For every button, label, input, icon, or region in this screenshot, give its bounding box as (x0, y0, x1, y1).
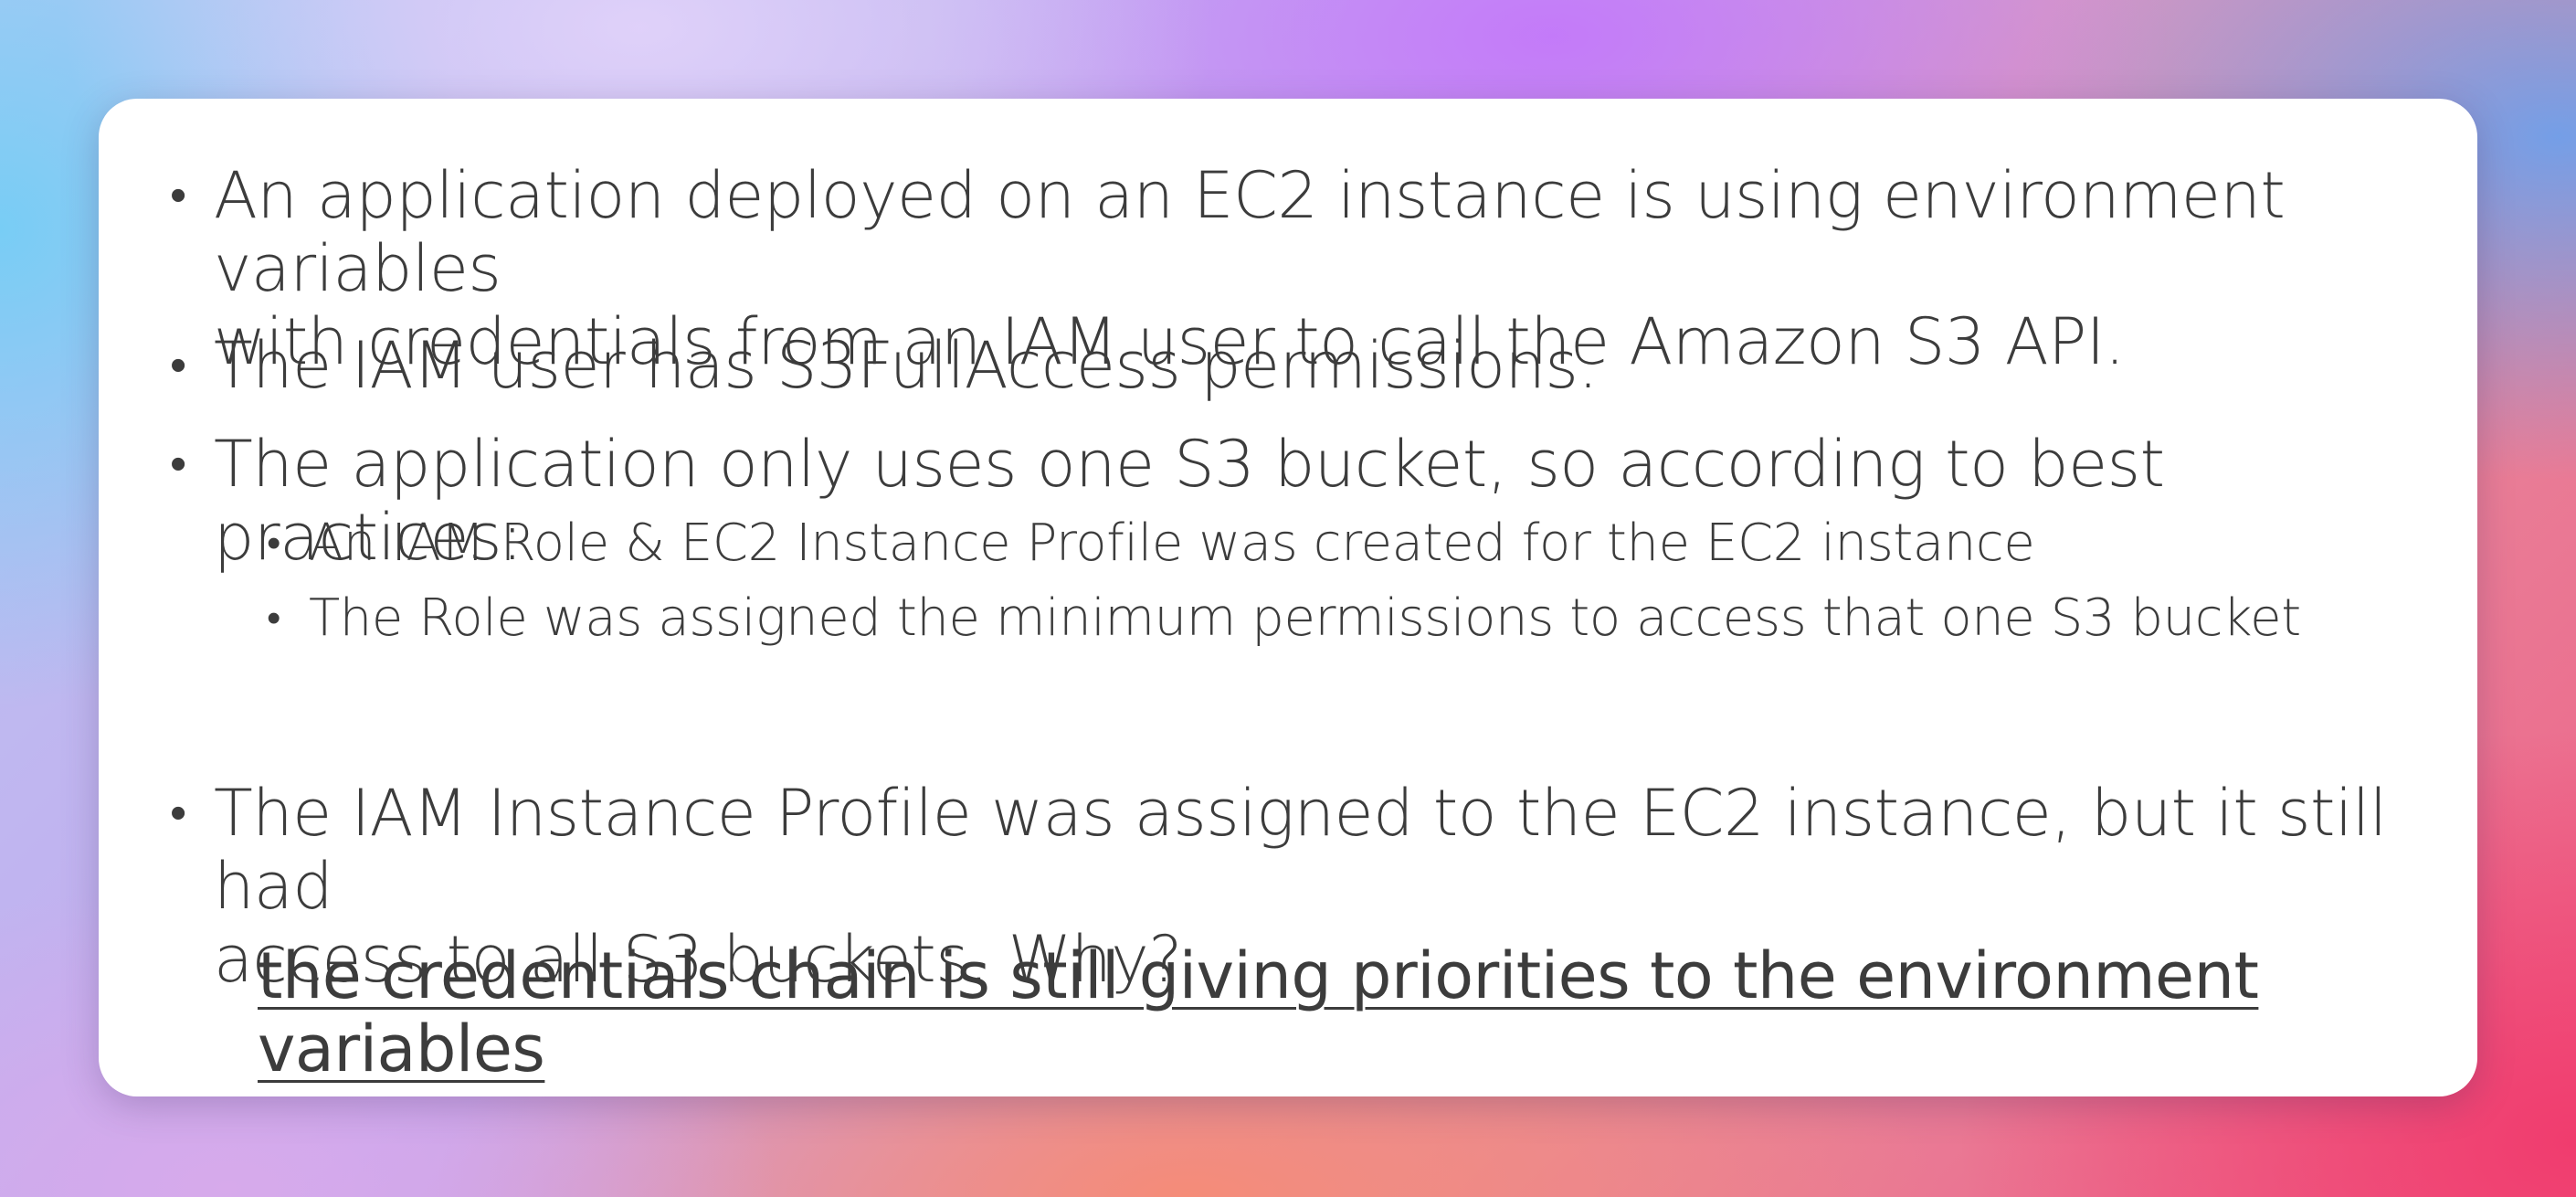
bullet-item: • The IAM user has S3FullAccess permissi… (166, 329, 2479, 402)
bullet-dot: • (170, 786, 186, 841)
sub-bullet-dot: • (267, 520, 281, 567)
sub-bullet-item: • An IAM Role & EC2 Instance Profile was… (166, 506, 2574, 581)
sub-bullet-text: The Role was assigned the minimum permis… (309, 588, 2301, 648)
bullet-dot: • (170, 168, 186, 223)
answer-text: the credentials chain is still giving pr… (258, 938, 2259, 1086)
bullet-text-line: The IAM Instance Profile was assigned to… (214, 776, 2387, 924)
sub-bullet-text: An IAM Role & EC2 Instance Profile was c… (309, 514, 2035, 573)
bullet-dot: • (170, 338, 186, 393)
sub-bullet-item: • The Role was assigned the minimum perm… (166, 581, 2574, 656)
bullet-dot: • (170, 437, 186, 492)
slide-card: • An application deployed on an EC2 inst… (99, 99, 2477, 1096)
bullet-text-line: An application deployed on an EC2 instan… (214, 158, 2286, 306)
bullet-text-line: The IAM user has S3FullAccess permission… (214, 328, 1599, 403)
sub-bullet-dot: • (267, 595, 281, 641)
